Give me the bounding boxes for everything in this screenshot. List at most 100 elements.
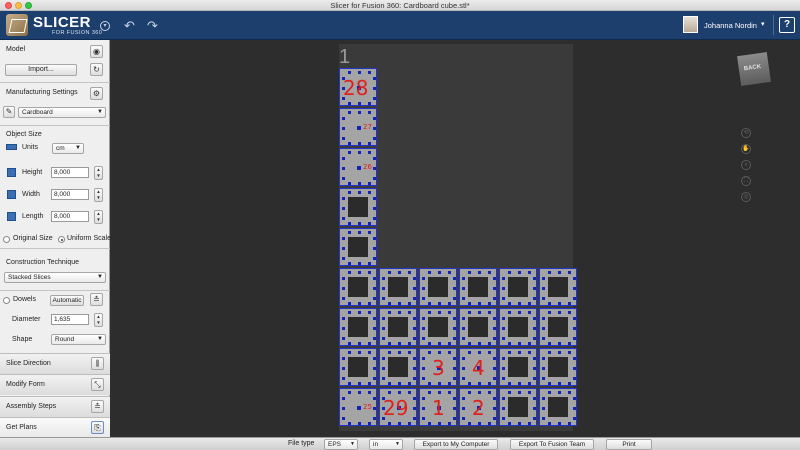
look-at-icon[interactable]: ◎ xyxy=(741,192,751,202)
slice-piece[interactable] xyxy=(339,188,377,226)
refresh-icon[interactable]: ↻ xyxy=(90,63,103,76)
tab-mark xyxy=(368,342,371,345)
dowels-mode-button[interactable]: Automatic xyxy=(50,295,84,306)
slice-piece[interactable] xyxy=(459,308,497,346)
slice-piece[interactable] xyxy=(539,268,577,306)
slice-direction-icon[interactable]: ⫼ xyxy=(91,357,104,370)
tab-mark xyxy=(342,417,345,420)
slice-piece[interactable]: 1 xyxy=(419,388,457,426)
slice-piece[interactable] xyxy=(499,388,537,426)
tab-mark xyxy=(533,327,536,330)
get-plans-section[interactable]: Get Plans ⎘ xyxy=(0,417,110,438)
slice-piece[interactable] xyxy=(499,268,537,306)
dowel-settings-icon[interactable]: ≛ xyxy=(90,293,103,306)
tab-mark xyxy=(453,367,456,370)
eye-icon[interactable]: ◉ xyxy=(90,45,103,58)
slice-piece[interactable] xyxy=(379,308,417,346)
material-select[interactable]: Cardboard ▼ xyxy=(18,107,106,118)
length-cube-icon xyxy=(7,212,16,221)
length-field[interactable]: 8,000 xyxy=(51,211,89,222)
slice-piece[interactable]: 27 xyxy=(339,108,377,146)
slice-piece[interactable]: 26 xyxy=(339,148,377,186)
tab-mark xyxy=(438,271,441,274)
slice-piece[interactable] xyxy=(459,268,497,306)
original-size-radio[interactable] xyxy=(3,236,10,243)
export-to-computer-button[interactable]: Export to My Computer xyxy=(414,439,498,450)
slice-piece[interactable] xyxy=(339,228,377,266)
slice-piece[interactable] xyxy=(539,308,577,346)
slice-piece[interactable]: 28 xyxy=(339,68,377,106)
slice-piece[interactable] xyxy=(419,308,457,346)
slice-piece[interactable] xyxy=(419,268,457,306)
tab-mark xyxy=(488,271,491,274)
slice-piece[interactable]: 3 xyxy=(419,348,457,386)
redo-icon[interactable]: ↷ xyxy=(147,19,158,32)
tab-mark xyxy=(388,422,391,425)
slice-piece[interactable] xyxy=(499,348,537,386)
tab-mark xyxy=(542,297,545,300)
model-section-title: Model xyxy=(6,46,26,53)
get-plans-icon[interactable]: ⎘ xyxy=(91,421,104,434)
dowel-shape-select[interactable]: Round ▼ xyxy=(51,334,106,345)
app-menu-chevron-down-icon[interactable]: ▾ xyxy=(100,21,110,31)
piece-number: 1 xyxy=(432,396,445,420)
tab-mark xyxy=(348,231,351,234)
view-cube[interactable]: BACK xyxy=(737,52,771,86)
assembly-steps-section[interactable]: Assembly Steps ≛ xyxy=(0,396,110,417)
slice-piece[interactable]: 29 xyxy=(379,388,417,426)
slice-piece[interactable] xyxy=(339,268,377,306)
width-field[interactable]: 8,000 xyxy=(51,189,89,200)
slice-piece[interactable] xyxy=(339,308,377,346)
height-label: Height xyxy=(22,169,43,176)
tab-mark xyxy=(368,102,371,105)
3d-viewport[interactable]: 1 28 27 26 3 4 25 29 1 2 BACK ⟲ ✋ ⌕ ⛶ ◎ xyxy=(111,40,800,437)
tab-mark xyxy=(502,377,505,380)
slice-piece[interactable] xyxy=(539,388,577,426)
file-type-select[interactable]: EPS ▼ xyxy=(324,439,358,450)
undo-icon[interactable]: ↶ xyxy=(124,19,135,32)
tab-mark xyxy=(408,351,411,354)
width-stepper[interactable]: ▲ ▼ xyxy=(94,188,103,202)
slice-piece[interactable] xyxy=(379,268,417,306)
slice-direction-section[interactable]: Slice Direction ⫼ xyxy=(0,353,110,374)
modify-form-section[interactable]: Modify Form ⤡ xyxy=(0,374,110,395)
edit-material-pencil-icon[interactable]: ✎ xyxy=(3,106,15,118)
tab-mark xyxy=(493,297,496,300)
orbit-icon[interactable]: ⟲ xyxy=(741,128,751,138)
user-menu-caret-icon[interactable]: ▾ xyxy=(761,20,765,28)
construction-technique-select[interactable]: Stacked Slices ▼ xyxy=(4,272,106,283)
slice-piece[interactable]: 25 xyxy=(339,388,377,426)
slice-piece[interactable]: 4 xyxy=(459,348,497,386)
piece-cutout xyxy=(508,397,528,417)
help-button[interactable]: ? xyxy=(779,17,795,33)
diameter-stepper[interactable]: ▲ ▼ xyxy=(94,313,103,327)
units-select[interactable]: cm ▼ xyxy=(52,143,84,154)
pan-hand-icon[interactable]: ✋ xyxy=(741,144,751,154)
tab-mark xyxy=(348,191,351,194)
piece-cutout xyxy=(508,357,528,377)
tab-mark xyxy=(508,342,511,345)
height-field[interactable]: 8,000 xyxy=(51,167,89,178)
slice-piece[interactable] xyxy=(539,348,577,386)
modify-form-icon[interactable]: ⤡ xyxy=(91,378,104,391)
tab-mark xyxy=(502,327,505,330)
zoom-icon[interactable]: ⌕ xyxy=(741,160,751,170)
slice-piece[interactable]: 2 xyxy=(459,388,497,426)
export-to-fusion-team-button[interactable]: Export To Fusion Team xyxy=(510,439,594,450)
slice-piece[interactable] xyxy=(339,348,377,386)
slice-piece[interactable] xyxy=(379,348,417,386)
import-button[interactable]: Import... xyxy=(5,64,77,76)
height-stepper[interactable]: ▲ ▼ xyxy=(94,166,103,180)
assembly-steps-icon[interactable]: ≛ xyxy=(91,400,104,413)
length-stepper[interactable]: ▲ ▼ xyxy=(94,210,103,224)
uniform-scale-radio[interactable] xyxy=(58,236,65,243)
gear-icon[interactable]: ⚙ xyxy=(90,87,103,100)
unit-select[interactable]: in ▼ xyxy=(369,439,403,450)
user-name[interactable]: Johanna Nordin xyxy=(704,21,757,30)
avatar[interactable] xyxy=(683,16,698,33)
diameter-field[interactable]: 1,635 xyxy=(51,314,89,325)
fit-icon[interactable]: ⛶ xyxy=(741,176,751,186)
slice-piece[interactable] xyxy=(499,308,537,346)
dowels-toggle[interactable] xyxy=(3,297,10,304)
print-button[interactable]: Print xyxy=(606,439,652,450)
